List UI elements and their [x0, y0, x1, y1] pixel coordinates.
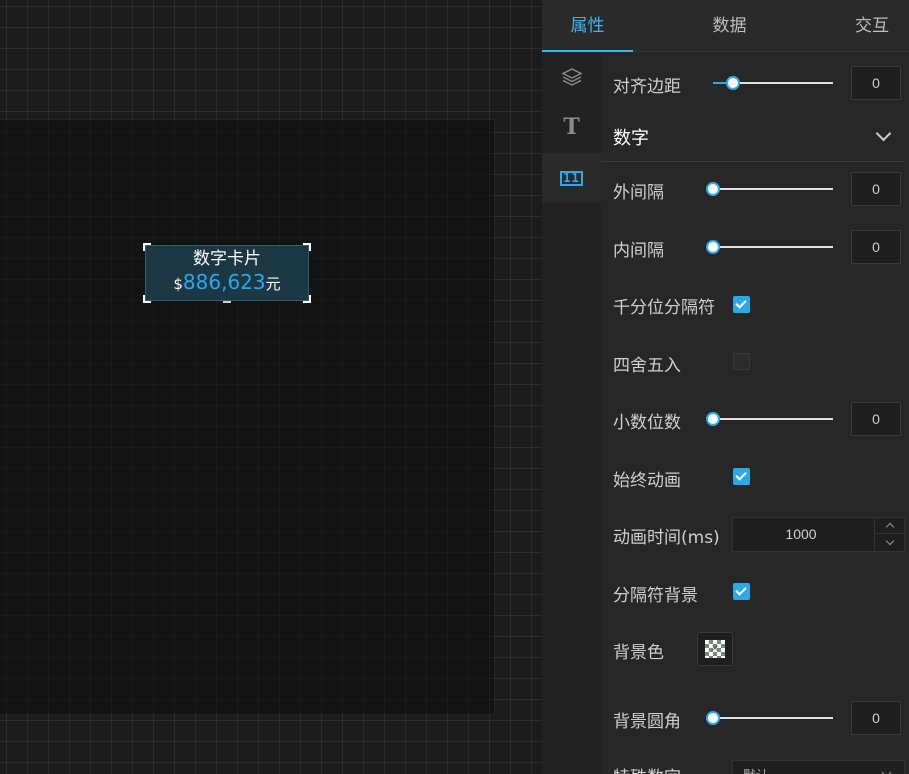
- tab-properties[interactable]: 属性: [542, 0, 633, 52]
- number-card-widget[interactable]: 数字卡片 $886,623元: [143, 243, 311, 303]
- clear-color-icon: ×: [711, 643, 720, 654]
- chevron-down-icon: [881, 767, 892, 774]
- rounding-label: 四舍五入: [613, 356, 681, 376]
- special-number-label: 特殊数字: [613, 763, 681, 774]
- outer-margin-input[interactable]: 0: [851, 172, 901, 206]
- resize-handle-bottom-left[interactable]: [143, 295, 151, 303]
- resize-handle-bottom[interactable]: [223, 300, 231, 303]
- number-icon[interactable]: 11: [542, 153, 601, 203]
- decimal-places-input[interactable]: 0: [851, 402, 901, 436]
- widget-value: $886,623元: [146, 270, 308, 296]
- align-margin-label: 对齐边距: [613, 77, 681, 97]
- background-radius-input[interactable]: 0: [851, 701, 901, 735]
- background-color-picker[interactable]: ×: [697, 632, 733, 666]
- editor-canvas[interactable]: 数字卡片 $886,623元: [0, 0, 542, 774]
- animation-duration-label: 动画时间(ms): [613, 528, 720, 548]
- panel-icon-bar: T 11: [542, 52, 601, 774]
- layers-icon[interactable]: [542, 52, 601, 102]
- align-margin-slider[interactable]: [713, 75, 833, 91]
- value-suffix: 元: [265, 275, 281, 293]
- always-animate-checkbox[interactable]: [733, 468, 750, 485]
- tab-data[interactable]: 数据: [682, 0, 777, 52]
- resize-handle-top-right[interactable]: [303, 243, 311, 251]
- rounding-checkbox[interactable]: [733, 353, 750, 370]
- animation-duration-input[interactable]: 1000: [733, 518, 869, 551]
- outer-margin-slider[interactable]: [706, 181, 833, 197]
- decimal-places-label: 小数位数: [613, 413, 681, 433]
- align-margin-input[interactable]: 0: [851, 66, 901, 100]
- decimal-places-slider[interactable]: [706, 411, 833, 427]
- chevron-up-icon[interactable]: [875, 518, 904, 534]
- chevron-down-icon[interactable]: [875, 125, 892, 142]
- screen-area[interactable]: [0, 120, 494, 714]
- special-number-value: 默认: [743, 765, 769, 774]
- inner-padding-slider[interactable]: [706, 239, 833, 255]
- text-icon[interactable]: T: [542, 102, 601, 152]
- always-animate-label: 始终动画: [613, 471, 681, 491]
- tab-interaction[interactable]: 交互: [832, 0, 909, 52]
- section-title[interactable]: 数字: [613, 124, 649, 150]
- stepper-arrows: [874, 518, 904, 551]
- separator-background-checkbox[interactable]: [733, 583, 750, 600]
- value-prefix: $: [173, 275, 183, 293]
- thousands-separator-checkbox[interactable]: [733, 296, 750, 313]
- special-number-select[interactable]: 默认: [732, 760, 905, 774]
- background-radius-label: 背景圆角: [613, 712, 681, 732]
- chevron-down-icon[interactable]: [875, 534, 904, 550]
- inner-padding-input[interactable]: 0: [851, 230, 901, 264]
- background-radius-slider[interactable]: [706, 710, 833, 726]
- properties-panel: 属性 数据 交互 T 11 对齐边距 0 数字 外间隔 0 内间隔 0 千分位分…: [542, 0, 909, 774]
- inner-padding-label: 内间隔: [613, 241, 664, 261]
- panel-tabs: 属性 数据 交互: [542, 0, 909, 52]
- section-divider: [601, 161, 904, 162]
- resize-handle-top-left[interactable]: [143, 243, 151, 251]
- resize-handle-bottom-right[interactable]: [303, 295, 311, 303]
- animation-duration-stepper[interactable]: 1000: [732, 517, 905, 552]
- value-number: 886,623: [182, 270, 266, 294]
- background-color-label: 背景色: [613, 643, 664, 663]
- outer-margin-label: 外间隔: [613, 183, 664, 203]
- thousands-separator-label: 千分位分隔符: [613, 298, 715, 318]
- separator-background-label: 分隔符背景: [613, 586, 698, 606]
- widget-title: 数字卡片: [193, 249, 261, 269]
